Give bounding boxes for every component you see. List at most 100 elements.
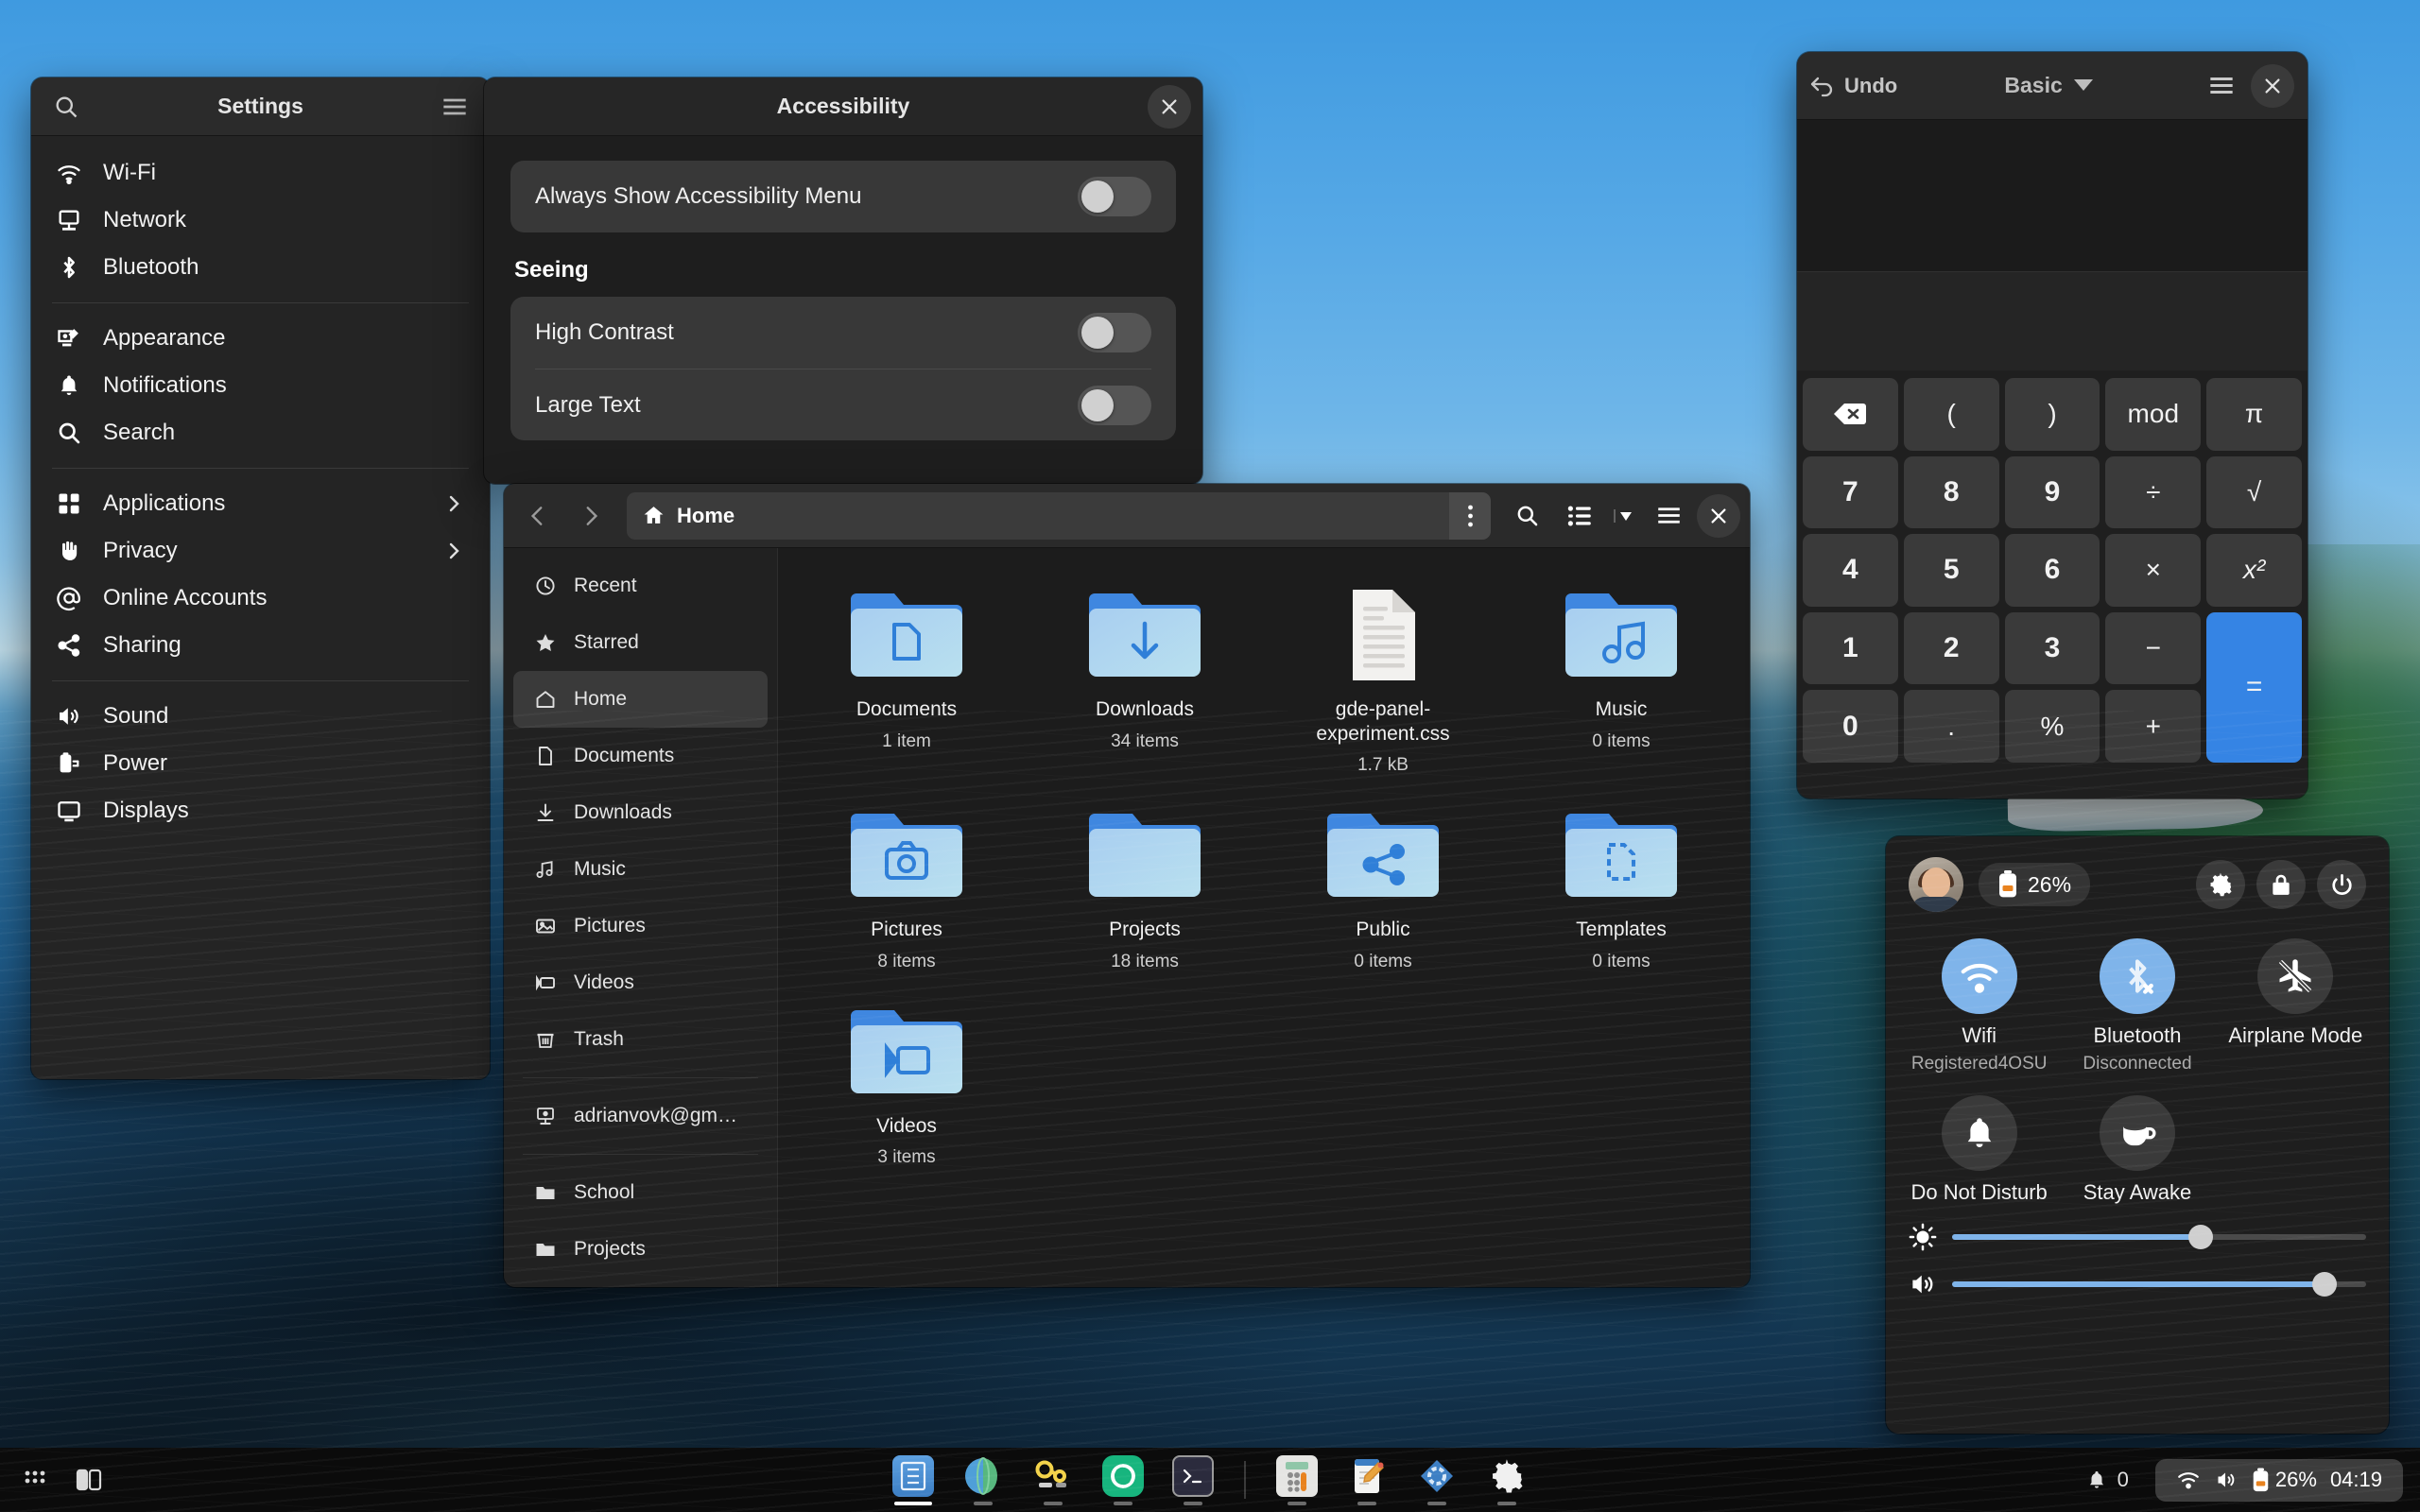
mode-selector[interactable]: Basic <box>2004 73 2093 98</box>
toggle-large-text[interactable] <box>1078 385 1151 425</box>
sidebar-item-school[interactable]: School <box>513 1164 768 1221</box>
toggle-high-contrast[interactable] <box>1078 313 1151 352</box>
sidebar-item-documents[interactable]: Documents <box>513 728 768 784</box>
key-multiply[interactable]: × <box>2105 534 2202 607</box>
key-open-paren[interactable]: ( <box>1903 378 1999 451</box>
key-mod[interactable]: mod <box>2105 378 2202 451</box>
taskbar-app-builder[interactable] <box>1028 1452 1078 1508</box>
sidebar-item-power[interactable]: Power <box>31 740 490 787</box>
hamburger-menu-icon[interactable] <box>433 85 476 129</box>
sidebar-item-projects[interactable]: Projects <box>513 1221 768 1278</box>
chevron-left-icon[interactable] <box>513 491 562 541</box>
key-divide[interactable]: ÷ <box>2105 455 2202 529</box>
lock-icon[interactable] <box>2256 860 2306 909</box>
vertical-dots-icon[interactable] <box>1449 491 1491 540</box>
taskbar-app-loupe[interactable] <box>1098 1452 1148 1508</box>
hamburger-menu-icon[interactable] <box>1644 491 1693 541</box>
file-item[interactable]: Templates 0 items <box>1502 793 1740 982</box>
taskbar-app-web[interactable] <box>959 1452 1008 1508</box>
key-sqrt[interactable]: √ <box>2206 455 2302 529</box>
file-item[interactable]: Projects 18 items <box>1026 793 1264 982</box>
file-item[interactable]: gde-panel-experiment.css 1.7 kB <box>1264 573 1502 785</box>
key-plus[interactable]: + <box>2105 690 2202 763</box>
sidebar-item-online-accounts[interactable]: Online Accounts <box>31 575 490 622</box>
sidebar-item-account[interactable]: adrianvovk@gm… <box>513 1088 768 1144</box>
file-item[interactable]: Public 0 items <box>1264 793 1502 982</box>
hamburger-menu-icon[interactable] <box>2200 64 2243 108</box>
key-4[interactable]: 4 <box>1803 534 1898 607</box>
key-0[interactable]: 0 <box>1803 690 1898 763</box>
taskbar-app-extensions[interactable] <box>1412 1452 1461 1508</box>
sidebar-item-recent[interactable]: Recent <box>513 558 768 614</box>
volume-slider[interactable] <box>1952 1271 2366 1297</box>
undo-button[interactable]: Undo <box>1810 74 1897 98</box>
chevron-right-icon[interactable] <box>566 491 615 541</box>
system-status-pill[interactable]: 26% 04:19 <box>2154 1458 2403 1502</box>
key-5[interactable]: 5 <box>1903 534 1999 607</box>
path-bar[interactable]: Home <box>627 491 1491 540</box>
sidebar-item-sharing[interactable]: Sharing <box>31 622 490 669</box>
key-percent[interactable]: % <box>2004 690 2100 763</box>
file-item[interactable]: Documents 1 item <box>787 573 1026 785</box>
row-high-contrast[interactable]: High Contrast <box>535 297 1151 369</box>
tile-wifi[interactable]: Wifi Registered4OSU <box>1903 931 2055 1082</box>
taskbar-app-settings[interactable] <box>1482 1452 1531 1508</box>
sidebar-item-home[interactable]: Home <box>513 671 768 728</box>
row-large-text[interactable]: Large Text <box>535 369 1151 440</box>
tile-airplane-mode[interactable]: Airplane Mode <box>2220 931 2372 1082</box>
file-item[interactable]: Music 0 items <box>1502 573 1740 785</box>
notifications-button[interactable]: 0 <box>2072 1468 2142 1492</box>
sidebar-item-bluetooth[interactable]: Bluetooth <box>31 244 490 291</box>
sidebar-item-music[interactable]: Music <box>513 841 768 898</box>
key-1[interactable]: 1 <box>1803 611 1898 685</box>
sidebar-item-privacy[interactable]: Privacy <box>31 527 490 575</box>
brightness-thumb[interactable] <box>2187 1224 2213 1249</box>
sidebar-item-starred[interactable]: Starred <box>513 614 768 671</box>
workspaces-icon[interactable] <box>68 1459 110 1501</box>
close-icon[interactable] <box>2250 63 2294 108</box>
key-minus[interactable]: − <box>2105 611 2202 685</box>
key-decimal[interactable]: . <box>1903 690 1999 763</box>
chevron-down-icon[interactable] <box>1608 491 1640 541</box>
key-3[interactable]: 3 <box>2004 611 2100 685</box>
sidebar-item-wifi[interactable]: Wi-Fi <box>31 149 490 197</box>
sidebar-item-appearance[interactable]: Appearance <box>31 315 490 362</box>
power-icon[interactable] <box>2317 860 2366 909</box>
avatar[interactable] <box>1909 857 1963 912</box>
tile-stay-awake[interactable]: Stay Awake <box>2061 1088 2213 1212</box>
key-8[interactable]: 8 <box>1903 455 1999 529</box>
toggle-always-show-accessibility-menu[interactable] <box>1078 177 1151 216</box>
close-icon[interactable] <box>1697 493 1740 538</box>
battery-status[interactable]: 26% <box>1979 863 2091 906</box>
list-view-icon[interactable] <box>1555 491 1604 541</box>
tile-bluetooth[interactable]: Bluetooth Disconnected <box>2061 931 2213 1082</box>
key-pi[interactable]: π <box>2206 378 2302 451</box>
brightness-slider[interactable] <box>1952 1224 2366 1249</box>
key-close-paren[interactable]: ) <box>2004 378 2100 451</box>
file-item[interactable]: Pictures 8 items <box>787 793 1026 982</box>
key-equals[interactable]: = <box>2206 611 2302 763</box>
key-7[interactable]: 7 <box>1803 455 1898 529</box>
key-2[interactable]: 2 <box>1903 611 1999 685</box>
key-9[interactable]: 9 <box>2004 455 2100 529</box>
apps-grid-icon[interactable] <box>17 1459 59 1501</box>
gear-icon[interactable] <box>2196 860 2245 909</box>
sidebar-item-network[interactable]: Network <box>31 197 490 244</box>
key-square[interactable]: x² <box>2206 534 2302 607</box>
taskbar-app-files[interactable] <box>889 1452 938 1508</box>
tile-do-not-disturb[interactable]: Do Not Disturb <box>1903 1088 2055 1212</box>
row-always-show-accessibility-menu[interactable]: Always Show Accessibility Menu <box>535 161 1151 232</box>
sidebar-item-trash[interactable]: Trash <box>513 1011 768 1068</box>
close-icon[interactable] <box>1148 84 1191 129</box>
sidebar-item-downloads[interactable]: Downloads <box>513 784 768 841</box>
search-icon[interactable] <box>1502 491 1551 541</box>
taskbar-app-text-editor[interactable] <box>1342 1452 1392 1508</box>
search-icon[interactable] <box>44 85 88 129</box>
sidebar-item-displays[interactable]: Displays <box>31 787 490 834</box>
volume-thumb[interactable] <box>2312 1271 2338 1297</box>
sidebar-item-pictures[interactable]: Pictures <box>513 898 768 954</box>
sidebar-item-sound[interactable]: Sound <box>31 693 490 740</box>
sidebar-item-videos[interactable]: Videos <box>513 954 768 1011</box>
taskbar-app-terminal[interactable] <box>1168 1452 1218 1508</box>
file-item[interactable]: Downloads 34 items <box>1026 573 1264 785</box>
